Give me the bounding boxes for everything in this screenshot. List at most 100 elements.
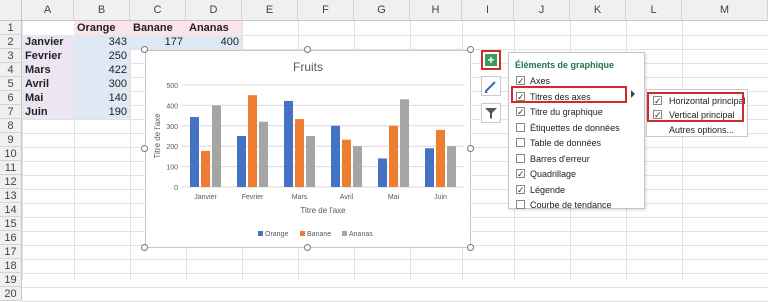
row-header-8[interactable]: 8 <box>0 119 22 133</box>
resize-handle[interactable] <box>141 46 148 53</box>
cell-month[interactable]: Avril <box>22 77 74 91</box>
bar-orange <box>425 148 434 187</box>
column-header-d[interactable]: D <box>186 0 242 21</box>
row-header-20[interactable]: 20 <box>0 287 22 301</box>
row-header-12[interactable]: 12 <box>0 175 22 189</box>
cell-b1[interactable]: Orange <box>74 21 130 35</box>
column-header-i[interactable]: I <box>462 0 514 21</box>
cell-month[interactable]: Juin <box>22 105 74 119</box>
panel-title: Éléments de graphique <box>515 60 615 70</box>
checkbox[interactable] <box>516 200 525 209</box>
cell-orange-value[interactable]: 343 <box>74 35 130 49</box>
row-header-6[interactable]: 6 <box>0 91 22 105</box>
cell-orange-value[interactable]: 140 <box>74 91 130 105</box>
column-header-f[interactable]: F <box>298 0 354 21</box>
legend-label: Banane <box>307 231 331 238</box>
row-header-3[interactable]: 3 <box>0 49 22 63</box>
checkbox[interactable]: ✓ <box>516 184 525 194</box>
bar-orange <box>237 136 246 187</box>
row-header-1[interactable]: 1 <box>0 21 22 35</box>
plus-icon: + <box>485 54 497 66</box>
cell-orange-value[interactable]: 422 <box>74 63 130 77</box>
chart-elements-panel: Éléments de graphique ✓ Axes ✓ Titres des a… <box>508 52 645 210</box>
cell-d1[interactable]: Ananas <box>186 21 242 35</box>
row-header-7[interactable]: 7 <box>0 105 22 119</box>
chart-styles-button[interactable] <box>481 76 501 96</box>
y-tick-label: 200 <box>166 144 178 151</box>
row-header-11[interactable]: 11 <box>0 161 22 175</box>
resize-handle[interactable] <box>141 145 148 152</box>
y-tick-label: 300 <box>166 124 178 131</box>
cell-orange-value[interactable]: 300 <box>74 77 130 91</box>
resize-handle[interactable] <box>467 46 474 53</box>
cell-orange-value[interactable]: 190 <box>74 105 130 119</box>
bar-banane <box>295 119 304 187</box>
row-header-4[interactable]: 4 <box>0 63 22 77</box>
bar-ananas <box>212 105 221 187</box>
highlight-axis-titles <box>511 86 627 103</box>
cell-month[interactable]: Mai <box>22 91 74 105</box>
cell-month[interactable]: Fevrier <box>22 49 74 63</box>
select-all-corner[interactable] <box>0 0 22 21</box>
option-label: Quadrillage <box>530 169 577 179</box>
row-header-13[interactable]: 13 <box>0 189 22 203</box>
row-header-9[interactable]: 9 <box>0 133 22 147</box>
column-header-j[interactable]: J <box>514 0 570 21</box>
resize-handle[interactable] <box>304 244 311 251</box>
bar-ananas <box>353 146 362 187</box>
checkbox[interactable] <box>516 122 525 132</box>
legend-swatch <box>258 231 263 236</box>
chart-filters-button[interactable] <box>481 103 501 123</box>
column-header-h[interactable]: H <box>410 0 462 21</box>
bar-ananas <box>400 99 409 187</box>
column-header-k[interactable]: K <box>570 0 626 21</box>
legend-label: Orange <box>265 231 288 238</box>
cell-c1[interactable]: Banane <box>130 21 186 35</box>
checkbox[interactable]: ✓ <box>516 169 525 179</box>
row-header-14[interactable]: 14 <box>0 203 22 217</box>
row-header-5[interactable]: 5 <box>0 77 22 91</box>
highlight-submenu <box>647 92 744 122</box>
row-header-15[interactable]: 15 <box>0 217 22 231</box>
row-header-19[interactable]: 19 <box>0 273 22 287</box>
column-header-l[interactable]: L <box>626 0 682 21</box>
bar-banane <box>248 95 257 187</box>
option-label: Légende <box>530 184 566 195</box>
chart-area[interactable]: Fruits 0 100 200 300 400 500 Janvier Fevrier Mars… <box>145 50 471 248</box>
x-axis-title: Titre de l'axe <box>300 206 346 215</box>
column-header-a[interactable]: A <box>22 0 74 21</box>
row-header-10[interactable]: 10 <box>0 147 22 161</box>
row-header-16[interactable]: 16 <box>0 231 22 245</box>
cell-month[interactable]: Janvier <box>22 35 74 49</box>
row-header-17[interactable]: 17 <box>0 245 22 259</box>
checkbox[interactable] <box>516 138 525 147</box>
cell-c2[interactable]: 177 <box>130 35 186 49</box>
column-header-m[interactable]: M <box>682 0 768 21</box>
bar-ananas <box>306 136 315 187</box>
option-label: Courbe de tendance <box>530 200 612 210</box>
resize-handle[interactable] <box>141 244 148 251</box>
column-header-e[interactable]: E <box>242 0 298 21</box>
resize-handle[interactable] <box>304 46 311 53</box>
checkbox[interactable] <box>516 153 525 163</box>
checkbox[interactable]: ✓ <box>516 107 525 117</box>
brush-icon <box>485 81 496 93</box>
column-header-b[interactable]: B <box>74 0 130 21</box>
resize-handle[interactable] <box>467 145 474 152</box>
row-header-18[interactable]: 18 <box>0 259 22 273</box>
x-tick-label: Fevrier <box>242 194 264 201</box>
cell-d2[interactable]: 400 <box>186 35 242 49</box>
resize-handle[interactable] <box>467 244 474 251</box>
column-header-g[interactable]: G <box>354 0 410 21</box>
checkbox[interactable]: ✓ <box>516 76 525 86</box>
submenu-arrow-icon <box>631 90 635 98</box>
column-header-c[interactable]: C <box>130 0 186 21</box>
x-tick-label: Juin <box>434 194 447 201</box>
more-options-link[interactable]: Autres options... <box>669 124 734 138</box>
cell-month[interactable]: Mars <box>22 63 74 77</box>
row-header-2[interactable]: 2 <box>0 35 22 49</box>
chart-elements-button[interactable]: + <box>481 50 501 70</box>
option-label: Barres d'erreur <box>530 153 590 164</box>
cell-orange-value[interactable]: 250 <box>74 49 130 63</box>
legend-swatch <box>342 231 347 236</box>
